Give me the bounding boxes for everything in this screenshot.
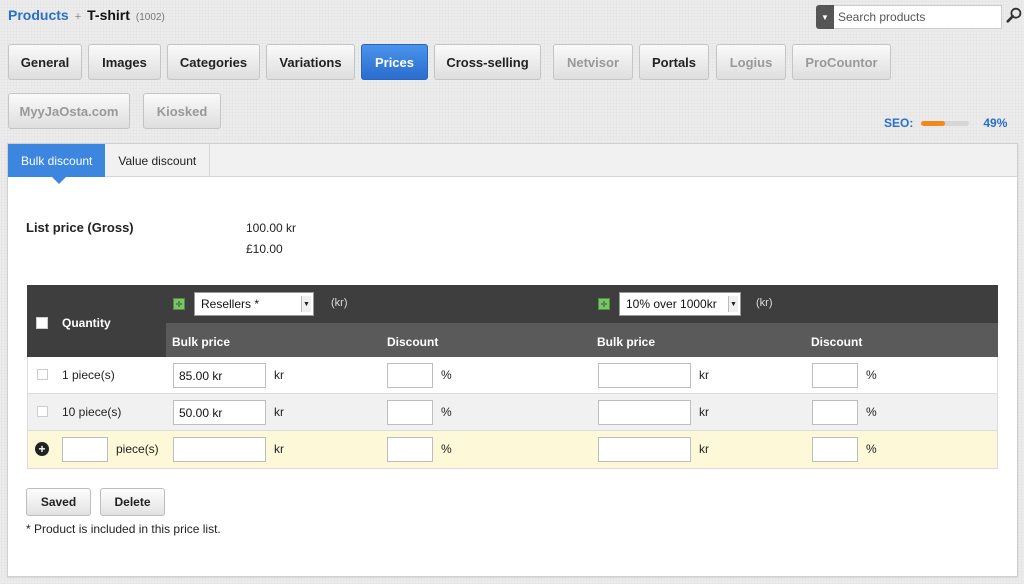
page-title: T-shirt: [87, 7, 130, 23]
discount-unit: %: [441, 442, 452, 456]
discount-subtabs: Bulk discount Value discount: [8, 144, 1017, 184]
discount-input-2[interactable]: [812, 363, 858, 388]
table-row: 10 piece(s) kr % kr %: [27, 394, 998, 431]
subtab-value-discount[interactable]: Value discount: [105, 144, 211, 177]
tab-categories[interactable]: Categories: [167, 44, 260, 80]
price-unit: kr: [699, 405, 709, 419]
discount-header-2: Discount: [811, 335, 863, 349]
price-list-select-2-value: 10% over 1000kr: [626, 297, 717, 311]
price-list-select-2[interactable]: 10% over 1000kr ▼: [619, 292, 741, 316]
row-checkbox[interactable]: [37, 369, 48, 380]
subtab-bulk-discount[interactable]: Bulk discount: [8, 144, 106, 184]
grid-icon: [173, 298, 185, 310]
discount-input-1[interactable]: [387, 363, 433, 388]
discount-input-2[interactable]: [812, 400, 858, 425]
new-bulk-price-input-2[interactable]: [598, 437, 691, 462]
quantity-header: Quantity: [62, 316, 111, 330]
bulk-price-input-1[interactable]: [173, 400, 266, 425]
bulk-price-header-1: Bulk price: [172, 335, 231, 349]
bulk-price-input-2[interactable]: [598, 363, 691, 388]
breadcrumb-separator: +: [74, 11, 82, 23]
price-list-select-1[interactable]: Resellers * ▼: [194, 292, 314, 316]
seo-progress-fill: [921, 120, 945, 126]
new-discount-input-1[interactable]: [387, 437, 433, 462]
add-row-icon[interactable]: +: [35, 442, 49, 456]
new-quantity-input[interactable]: [62, 437, 108, 462]
bulk-price-table: Quantity Resellers * ▼ (kr) 10% over 100…: [27, 285, 998, 469]
seo-label: SEO:: [884, 116, 914, 130]
saved-button[interactable]: Saved: [26, 488, 91, 516]
discount-unit: %: [866, 405, 877, 419]
tab-cross-selling[interactable]: Cross-selling: [434, 44, 541, 80]
tab-portals[interactable]: Portals: [639, 44, 709, 80]
table-row: 1 piece(s) kr % kr %: [27, 357, 998, 394]
select-all-checkbox[interactable]: [36, 317, 48, 329]
tab-variations[interactable]: Variations: [266, 44, 355, 80]
tab-images[interactable]: Images: [88, 44, 161, 80]
bulk-price-input-2[interactable]: [598, 400, 691, 425]
seo-value: 49%: [983, 116, 1008, 130]
tab-procountor[interactable]: ProCountor: [792, 44, 891, 80]
price-unit: kr: [699, 442, 709, 456]
breadcrumb-products-link[interactable]: Products: [8, 7, 69, 23]
new-discount-input-2[interactable]: [812, 437, 858, 462]
breadcrumb: Products + T-shirt (1002): [8, 7, 165, 23]
price-list-1-currency: (kr): [331, 297, 348, 309]
discount-input-1[interactable]: [387, 400, 433, 425]
row-checkbox[interactable]: [37, 406, 48, 417]
bulk-price-header-2: Bulk price: [597, 335, 656, 349]
bulk-price-input-1[interactable]: [173, 363, 266, 388]
price-list-select-1-value: Resellers *: [201, 297, 260, 311]
row-quantity: 1 piece(s): [62, 368, 115, 382]
chevron-down-icon: ▼: [301, 296, 311, 312]
search-scope-dropdown[interactable]: ▼: [816, 5, 834, 29]
tab-netvisor[interactable]: Netvisor: [553, 44, 633, 80]
tab-myyjaosta[interactable]: MyyJaOsta.com: [8, 93, 130, 129]
price-unit: kr: [274, 368, 284, 382]
table-subheader: [166, 323, 998, 357]
new-row: + piece(s) kr % kr %: [27, 431, 998, 469]
tab-prices[interactable]: Prices: [361, 44, 428, 80]
discount-header-1: Discount: [387, 335, 439, 349]
product-id: (1002): [135, 12, 165, 23]
caret-down-icon: ▼: [821, 12, 829, 22]
seo-progress-bar: [921, 120, 970, 126]
price-unit: kr: [274, 442, 284, 456]
discount-unit: %: [441, 405, 452, 419]
discount-unit: %: [441, 368, 452, 382]
chevron-down-icon: ▼: [728, 296, 738, 312]
tab-general[interactable]: General: [8, 44, 82, 80]
price-unit: kr: [699, 368, 709, 382]
table-header: Quantity Resellers * ▼ (kr) 10% over 100…: [27, 285, 998, 357]
tab-logius[interactable]: Logius: [716, 44, 786, 80]
price-list-2-currency: (kr): [756, 297, 773, 309]
search-bar: ▼: [816, 5, 1024, 29]
new-quantity-unit: piece(s): [116, 442, 159, 456]
price-unit: kr: [274, 405, 284, 419]
grid-icon: [598, 298, 610, 310]
delete-button[interactable]: Delete: [100, 488, 165, 516]
search-input[interactable]: [834, 5, 1002, 29]
list-price-kr: 100.00 kr: [246, 221, 297, 235]
discount-unit: %: [866, 368, 877, 382]
tab-kiosked[interactable]: Kiosked: [143, 93, 221, 129]
row-quantity: 10 piece(s): [62, 405, 122, 419]
footnote: * Product is included in this price list…: [26, 522, 221, 536]
discount-unit: %: [866, 442, 877, 456]
list-price-gbp: £10.00: [246, 242, 283, 256]
prices-panel: Bulk discount Value discount List price …: [7, 143, 1018, 577]
list-price-label: List price (Gross): [26, 220, 134, 235]
new-bulk-price-input-1[interactable]: [173, 437, 266, 462]
search-icon[interactable]: [1006, 6, 1024, 28]
seo-indicator: SEO: 49%: [884, 116, 1007, 130]
